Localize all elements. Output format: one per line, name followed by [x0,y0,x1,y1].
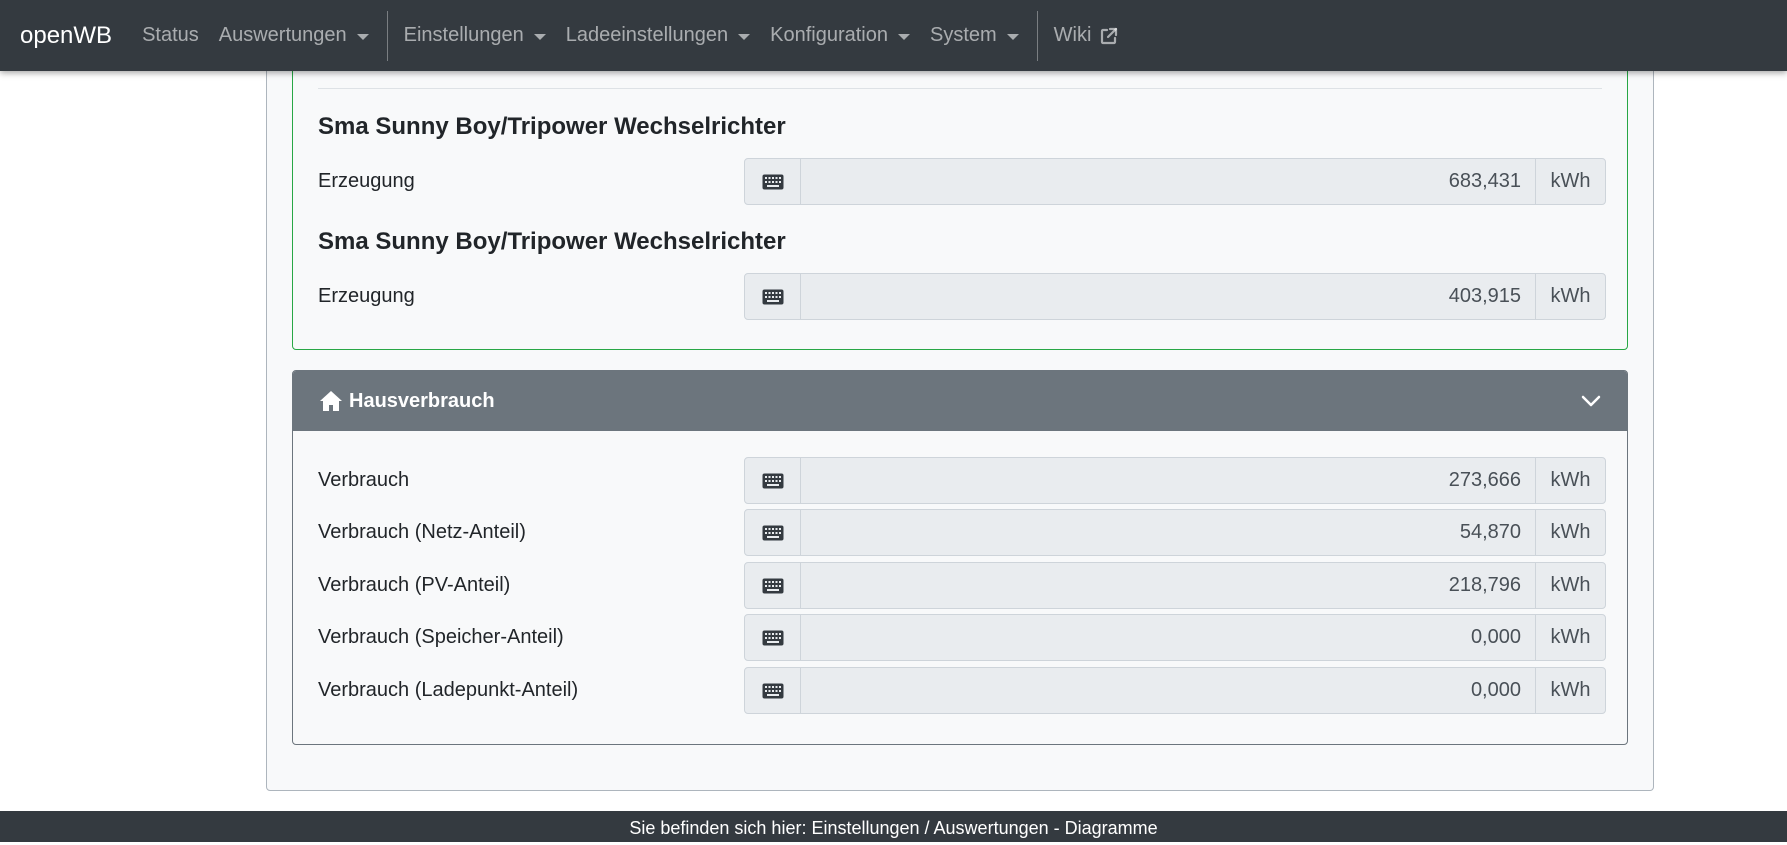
value-row: Erzeugung 403,915 kWh [318,273,1614,320]
unit-label: kWh [1535,457,1606,504]
value-input-group: 273,666 kWh [744,457,1606,504]
chevron-down-icon[interactable] [1581,391,1601,411]
value-row: Verbrauch (PV-Anteil) 218,796 kWh [318,562,1614,609]
value-input-group: 403,915 kWh [744,273,1606,320]
keyboard-icon[interactable] [744,158,801,205]
keyboard-icon[interactable] [744,509,801,556]
value-input-group: 0,000 kWh [744,667,1606,714]
nav-status[interactable]: Status [142,24,199,47]
nav-ladeeinstellungen-label: Ladeeinstellungen [565,24,729,46]
value-row: Verbrauch (Speicher-Anteil) 0,000 kWh [318,614,1614,661]
unit-label: kWh [1535,667,1606,714]
row-label: Verbrauch [318,469,410,491]
value-input[interactable]: 54,870 [801,509,1535,556]
caret-down-icon [533,33,546,40]
caret-down-icon [1006,33,1019,40]
hausverbrauch-title: Hausverbrauch [349,389,495,412]
nav-einstellungen[interactable]: Einstellungen [404,24,546,47]
nav-system[interactable]: System [930,24,1019,47]
caret-down-icon [356,33,369,40]
keyboard-icon[interactable] [744,667,801,714]
keyboard-icon[interactable] [744,273,801,320]
home-icon [320,391,342,411]
nav-konfiguration[interactable]: Konfiguration [770,24,910,47]
nav-status-label: Status [142,24,199,46]
device-title: Sma Sunny Boy/Tripower Wechselrichter [318,113,786,140]
value-input-group: 683,431 kWh [744,158,1606,205]
row-label: Verbrauch (PV-Anteil) [318,574,511,596]
divider [318,88,1602,89]
row-label: Verbrauch (Ladepunkt-Anteil) [318,679,579,701]
value-input[interactable]: 0,000 [801,667,1535,714]
nav-ladeeinstellungen[interactable]: Ladeeinstellungen [565,24,751,47]
navbar: openWB Status Auswertungen Einstellungen… [0,0,1787,71]
value-input[interactable]: 0,000 [801,614,1535,661]
keyboard-icon[interactable] [744,457,801,504]
value-input-group: 218,796 kWh [744,562,1606,609]
nav-auswertungen[interactable]: Auswertungen [219,24,369,47]
value-row: Verbrauch 273,666 kWh [318,457,1614,504]
nav-divider [386,10,388,61]
unit-label: kWh [1535,614,1606,661]
value-input-group: 54,870 kWh [744,509,1606,556]
keyboard-icon[interactable] [744,562,801,609]
nav-einstellungen-label: Einstellungen [403,24,524,46]
unit-label: kWh [1535,273,1606,320]
value-input[interactable]: 403,915 [801,273,1535,320]
caret-down-icon [738,33,751,40]
value-input[interactable]: 273,666 [801,457,1535,504]
value-row: Erzeugung 683,431 kWh [318,158,1614,205]
value-input[interactable]: 683,431 [801,158,1535,205]
value-row: Verbrauch (Ladepunkt-Anteil) 0,000 kWh [318,667,1614,714]
nav-wiki[interactable]: Wiki [1054,24,1120,47]
row-label: Erzeugung [318,285,415,307]
nav-auswertungen-label: Auswertungen [218,24,347,46]
unit-label: kWh [1535,562,1606,609]
pv-card: Sma Sunny Boy/Tripower Wechselrichter Er… [292,40,1628,350]
external-link-icon [1101,27,1118,44]
unit-label: kWh [1535,509,1606,556]
device-title: Sma Sunny Boy/Tripower Wechselrichter [318,228,786,255]
footer-breadcrumb: Sie befinden sich hier: Einstellungen / … [0,811,1787,842]
nav-konfiguration-label: Konfiguration [770,24,888,46]
value-input[interactable]: 218,796 [801,562,1535,609]
value-input-group: 0,000 kWh [744,614,1606,661]
unit-label: kWh [1535,158,1606,205]
keyboard-icon[interactable] [744,614,801,661]
value-row: Verbrauch (Netz-Anteil) 54,870 kWh [318,509,1614,556]
hausverbrauch-card: Hausverbrauch Verbrauch 273,666 kWh Verb… [292,370,1628,745]
nav-wiki-label: Wiki [1053,24,1092,46]
hausverbrauch-header[interactable]: Hausverbrauch [293,371,1627,431]
row-label: Verbrauch (Speicher-Anteil) [318,626,564,648]
caret-down-icon [897,33,910,40]
nav-system-label: System [929,24,997,46]
row-label: Verbrauch (Netz-Anteil) [318,521,526,543]
brand-logo[interactable]: openWB [20,22,112,50]
nav-divider [1036,10,1038,61]
row-label: Erzeugung [318,170,415,192]
